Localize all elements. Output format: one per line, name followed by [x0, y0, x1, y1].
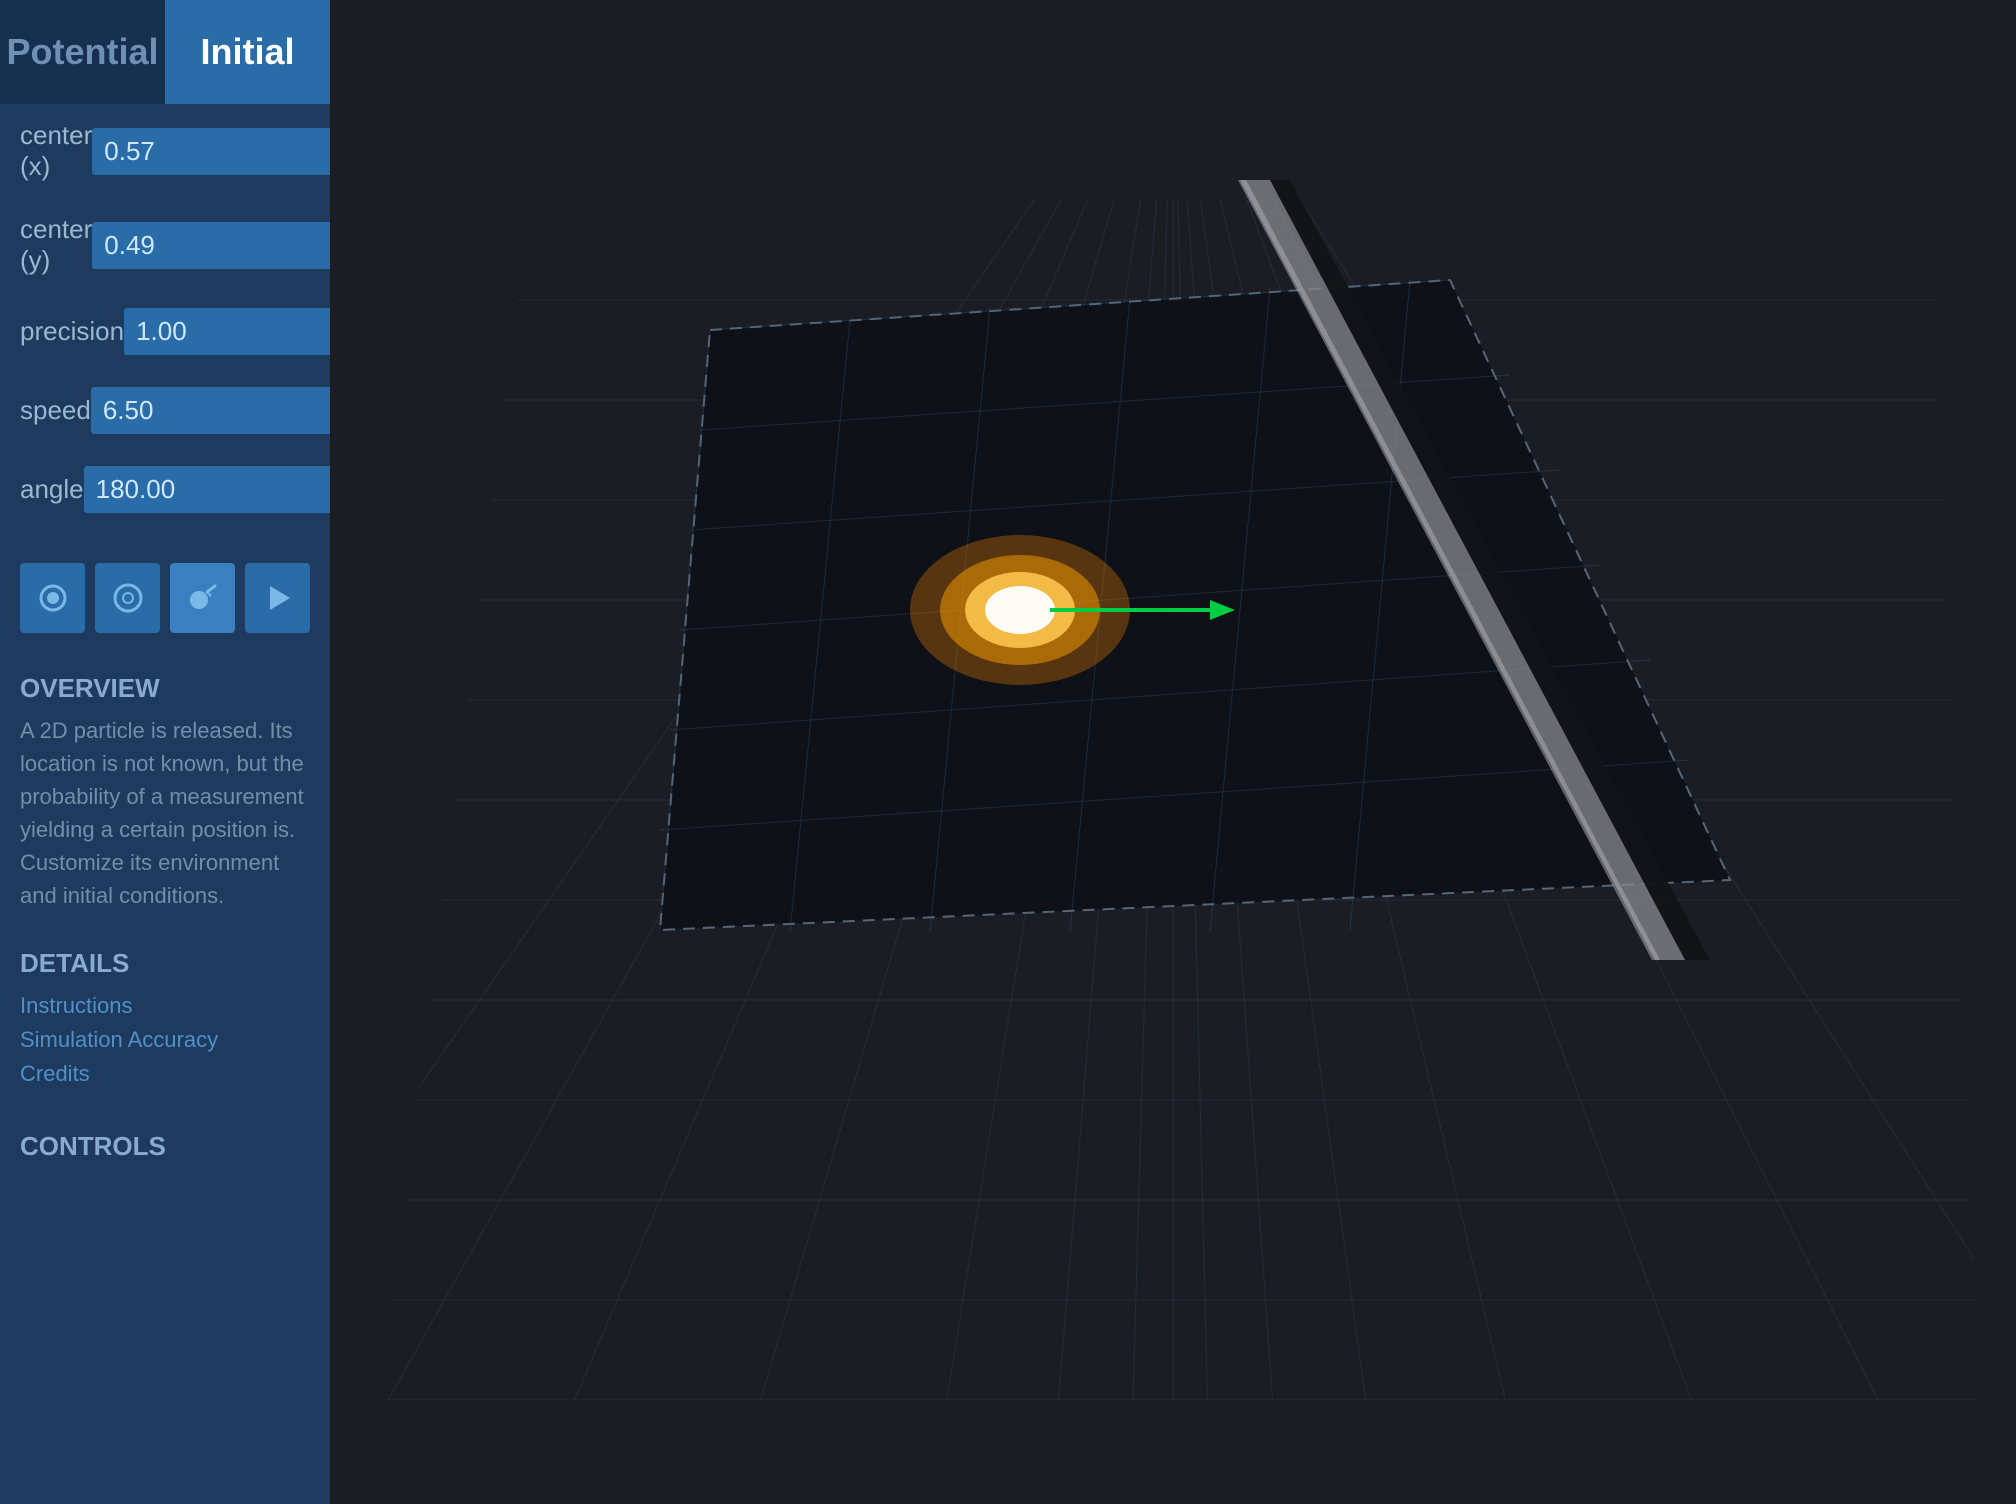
- add-particle-icon: [35, 580, 71, 616]
- param-row-centerx: center (x): [20, 120, 310, 182]
- action-controls: [0, 553, 330, 643]
- param-row-precision: precision: [20, 308, 310, 355]
- instructions-link[interactable]: Instructions: [0, 989, 330, 1023]
- add-particle-button[interactable]: [20, 563, 85, 633]
- param-label-angle: angle: [20, 474, 84, 505]
- param-section: center (x) center (y) precision speed an…: [0, 104, 330, 553]
- edit-particle-icon: [110, 580, 146, 616]
- param-label-speed: speed: [20, 395, 91, 426]
- param-label-precision: precision: [20, 316, 124, 347]
- play-icon: [260, 580, 296, 616]
- param-row-centery: center (y): [20, 214, 310, 276]
- edit-particle-button[interactable]: [95, 563, 160, 633]
- tab-potential[interactable]: Potential: [0, 0, 165, 104]
- scene: [330, 0, 2016, 1504]
- param-row-angle: angle: [20, 466, 310, 513]
- details-title: DETAILS: [0, 928, 330, 989]
- param-row-speed: speed: [20, 387, 310, 434]
- play-button[interactable]: [245, 563, 310, 633]
- tab-bar: Potential Initial: [0, 0, 330, 104]
- credits-link[interactable]: Credits: [0, 1057, 330, 1091]
- overview-text: A 2D particle is released. Its location …: [0, 714, 330, 928]
- param-label-centerx: center (x): [20, 120, 92, 182]
- simulation-accuracy-link[interactable]: Simulation Accuracy: [0, 1023, 330, 1057]
- param-label-centery: center (y): [20, 214, 92, 276]
- tab-initial[interactable]: Initial: [165, 0, 330, 104]
- draw-tool-icon: [185, 580, 221, 616]
- controls-title: CONTROLS: [0, 1111, 330, 1172]
- draw-tool-button[interactable]: [170, 563, 235, 633]
- overview-title: OVERVIEW: [0, 653, 330, 714]
- scene-svg: [330, 0, 2016, 1504]
- sidebar: Potential Initial center (x) center (y) …: [0, 0, 330, 1504]
- viewport[interactable]: [330, 0, 2016, 1504]
